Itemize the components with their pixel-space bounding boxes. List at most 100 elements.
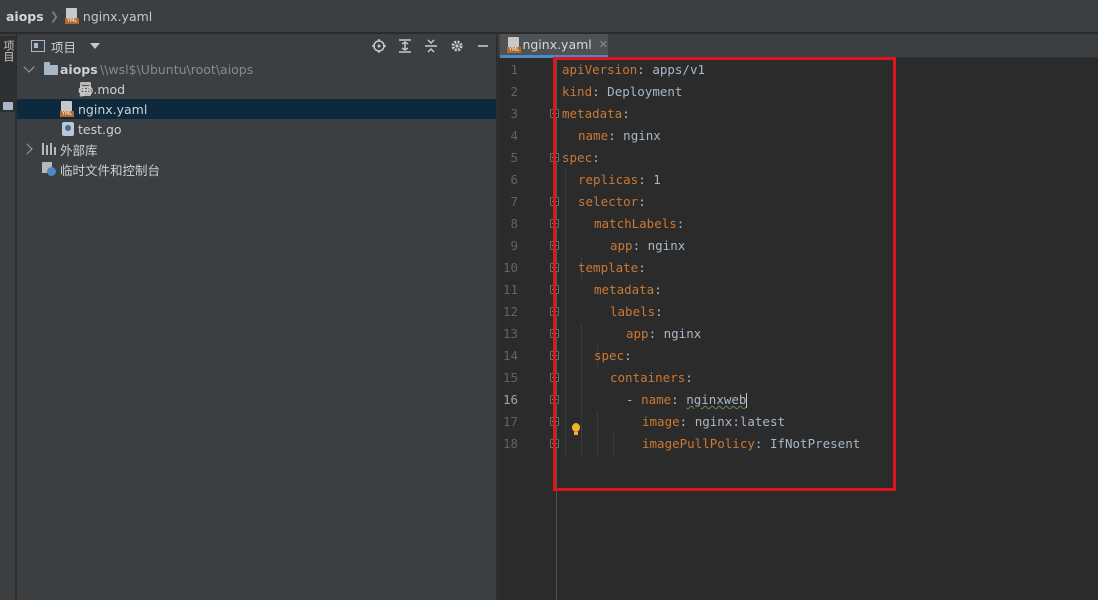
gear-icon[interactable]	[444, 34, 470, 58]
editor-tab-bar: YML nginx.yaml ✕	[498, 34, 1098, 58]
code-line-current: 16- name: nginxweb	[498, 389, 1098, 411]
breadcrumb-file-label: nginx.yaml	[82, 8, 153, 24]
breadcrumb-project[interactable]: aiops	[6, 9, 44, 24]
tree-item-label: 临时文件和控制台	[60, 162, 161, 178]
editor-tab-nginx-yaml[interactable]: YML nginx.yaml ✕	[500, 34, 608, 58]
code-line: 2 kind: Deployment	[498, 81, 1098, 103]
yaml-key: selector	[578, 194, 639, 209]
code-line: 9 app: nginx	[498, 235, 1098, 257]
code-line: 18 imagePullPolicy: IfNotPresent	[498, 433, 1098, 455]
line-number: 3	[510, 106, 518, 121]
editor-area: YML nginx.yaml ✕ 1 apiVersion: apps/v1 2k…	[497, 34, 1098, 600]
tree-item-scratches[interactable]: 临时文件和控制台	[17, 159, 496, 179]
line-number: 16	[502, 392, 518, 407]
tree-item-go-mod[interactable]: go.mod	[17, 79, 496, 99]
go-file-icon	[62, 122, 74, 136]
project-tool-window-label: 项目	[2, 40, 15, 62]
project-panel-header: 项目	[17, 34, 496, 58]
tree-item-label: test.go	[78, 121, 122, 137]
yaml-key: template	[578, 260, 639, 275]
line-number: 8	[510, 216, 518, 231]
code-line: 1 apiVersion: apps/v1	[498, 59, 1098, 81]
code-editor[interactable]: 1 apiVersion: apps/v1 2 kind: Deployment 3…	[498, 59, 1098, 600]
yaml-key: spec	[562, 150, 593, 165]
yaml-key: replicas	[578, 172, 639, 187]
left-tool-strip: 项目	[0, 34, 16, 600]
yaml-key: image	[642, 414, 680, 429]
line-number: 4	[510, 128, 518, 143]
yaml-key: app	[610, 238, 633, 253]
line-number: 10	[502, 260, 518, 275]
yaml-value: nginx	[656, 326, 702, 341]
yaml-key: name	[641, 392, 672, 407]
breadcrumb-file[interactable]: YML nginx.yaml	[64, 8, 153, 24]
code-line: 12 labels:	[498, 301, 1098, 323]
tree-item-aiops[interactable]: aiops \\wsl$\Ubuntu\root\aiops	[17, 59, 496, 79]
locate-icon[interactable]	[366, 34, 392, 58]
line-number: 5	[510, 150, 518, 165]
yaml-key: labels	[610, 304, 656, 319]
yaml-key: metadata	[594, 282, 655, 297]
line-number: 1	[510, 62, 518, 77]
chevron-down-icon[interactable]	[90, 43, 101, 49]
code-line: 14 spec:	[498, 345, 1098, 367]
yaml-key: kind	[562, 84, 593, 99]
yaml-value: nginx	[615, 128, 661, 143]
tree-item-label: aiops	[60, 61, 98, 77]
tree-item-label: 外部库	[60, 142, 98, 158]
yaml-key: imagePullPolicy	[642, 436, 755, 451]
code-line: 13 app: nginx	[498, 323, 1098, 345]
line-number: 12	[502, 304, 518, 319]
yaml-file-icon: YML	[60, 101, 74, 117]
code-line: 8 matchLabels:	[498, 213, 1098, 235]
yaml-value: apps/v1	[644, 62, 706, 77]
line-number: 6	[510, 172, 518, 187]
line-number: 18	[502, 436, 518, 451]
line-number: 7	[510, 194, 518, 209]
line-number: 17	[502, 414, 518, 429]
yaml-value: IfNotPresent	[762, 436, 861, 451]
line-number: 9	[510, 238, 518, 253]
tree-item-nginx-yaml[interactable]: YML nginx.yaml	[17, 99, 496, 119]
chevron-down-icon[interactable]	[23, 61, 35, 73]
collapse-all-icon[interactable]	[418, 34, 444, 58]
code-line: 17 image: nginx:latest	[498, 411, 1098, 433]
yaml-key: name	[578, 128, 609, 143]
breadcrumb-separator-icon: ❯	[49, 9, 59, 23]
yaml-value: nginx:latest	[687, 414, 786, 429]
folder-icon	[44, 62, 58, 75]
tree-item-external-libraries[interactable]: 外部库	[17, 139, 496, 159]
minimize-icon[interactable]	[470, 34, 496, 58]
line-number: 14	[502, 348, 518, 363]
tree-item-path: \\wsl$\Ubuntu\root\aiops	[100, 61, 254, 77]
code-line: 4 name: nginx	[498, 125, 1098, 147]
project-panel: 项目 aiops \\wsl$\Ubuntu\root\aiops go.mod…	[17, 34, 496, 600]
scratches-icon	[42, 162, 56, 176]
yaml-value: nginxweb	[686, 392, 747, 407]
yaml-list-dash: -	[626, 392, 642, 407]
code-line: 5 spec:	[498, 147, 1098, 169]
yaml-key: matchLabels	[594, 216, 677, 231]
code-line: 7 selector:	[498, 191, 1098, 213]
library-icon	[42, 143, 56, 155]
text-caret	[746, 393, 748, 408]
folder-icon	[3, 102, 13, 110]
code-line: 6 replicas: 1	[498, 169, 1098, 191]
project-panel-toolbar	[366, 34, 496, 58]
yaml-value: nginx	[640, 238, 686, 253]
yaml-key: apiVersion	[562, 62, 638, 77]
project-panel-title[interactable]: 项目	[51, 37, 76, 56]
yaml-value: Deployment	[599, 84, 683, 99]
tree-item-test-go[interactable]: test.go	[17, 119, 496, 139]
close-icon[interactable]: ✕	[599, 38, 608, 51]
project-view-icon	[31, 40, 45, 52]
yaml-file-icon: YML	[507, 36, 521, 53]
yaml-key: spec	[594, 348, 625, 363]
yaml-key: metadata	[562, 106, 623, 121]
yaml-file-icon: YML	[64, 8, 79, 24]
code-line: 3 metadata:	[498, 103, 1098, 125]
expand-all-icon[interactable]	[392, 34, 418, 58]
chevron-right-icon[interactable]	[21, 143, 33, 155]
tree-item-label: go.mod	[78, 81, 126, 97]
project-tool-window-tab[interactable]: 项目	[0, 36, 16, 112]
